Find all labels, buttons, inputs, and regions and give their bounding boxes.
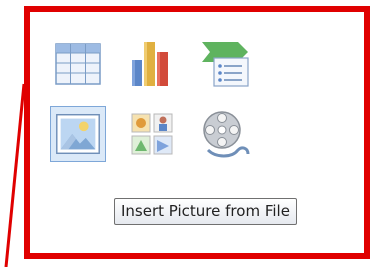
tooltip-text: Insert Picture from File	[121, 202, 290, 220]
screenshot-stage: Insert Picture from File	[0, 0, 384, 267]
tooltip-insert-picture-from-file: Insert Picture from File	[114, 198, 297, 225]
chart-icon[interactable]	[124, 36, 180, 92]
smartart-icon[interactable]	[198, 36, 254, 92]
picture-icon[interactable]	[50, 106, 106, 162]
content-placeholder-icons	[50, 36, 280, 176]
table-icon[interactable]	[50, 36, 106, 92]
media-clip-icon[interactable]	[198, 106, 254, 162]
clipart-icon[interactable]	[124, 106, 180, 162]
